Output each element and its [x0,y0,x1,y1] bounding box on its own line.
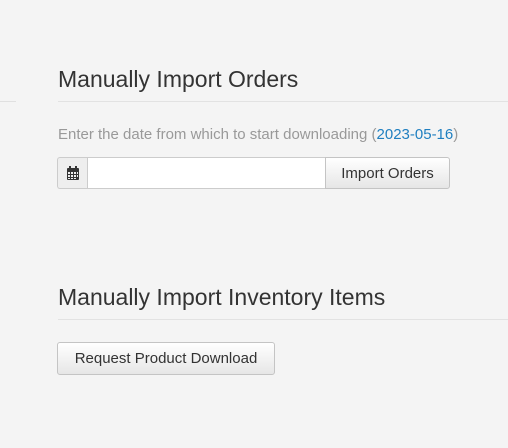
start-date-input[interactable] [87,157,325,189]
hint-prefix: Enter the date from which to start downl… [58,126,377,143]
start-date-link[interactable]: 2023-05-16 [377,126,454,143]
import-orders-button[interactable]: Import Orders [325,157,450,189]
calendar-icon-glyph [66,165,79,180]
import-orders-input-group: Import Orders [57,157,450,189]
import-orders-hint: Enter the date from which to start downl… [58,126,458,144]
import-orders-divider [58,101,508,102]
hint-suffix: ) [453,126,459,143]
import-inventory-title: Manually Import Inventory Items [58,284,386,310]
left-divider [0,101,16,102]
calendar-icon[interactable] [57,157,87,189]
request-product-download-button[interactable]: Request Product Download [57,342,275,375]
import-orders-title: Manually Import Orders [58,66,299,92]
import-inventory-divider [58,319,508,320]
page: Manually Import Orders Enter the date fr… [0,0,508,448]
